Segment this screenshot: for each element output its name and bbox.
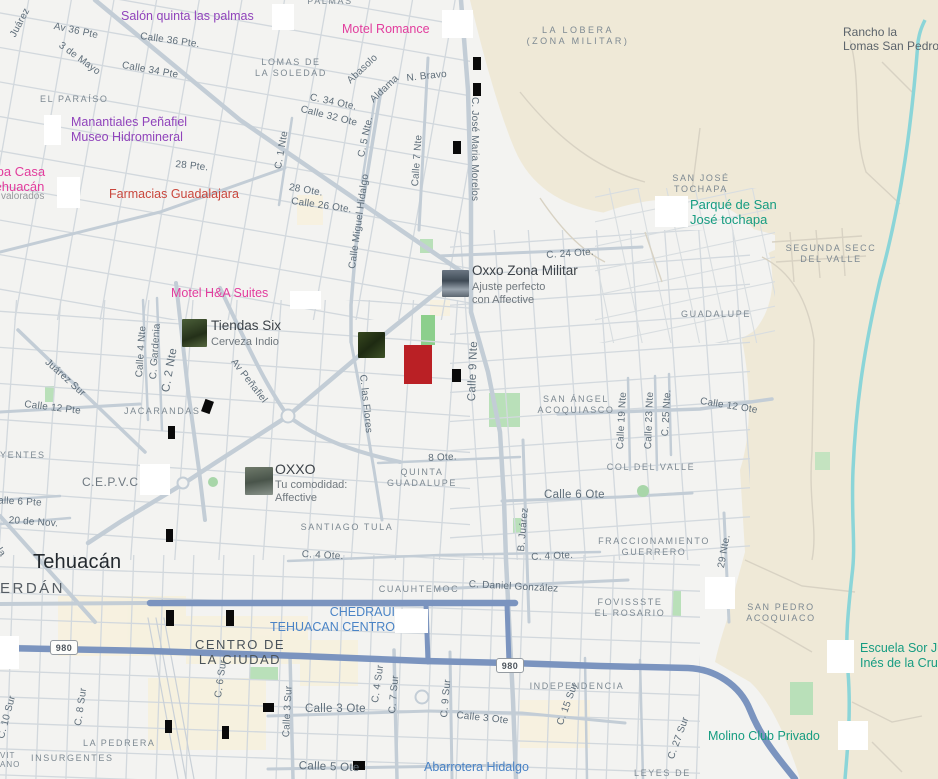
area-label: YENTES xyxy=(0,450,46,460)
area-label: SAN ÁNGEL ACOQUIASCO xyxy=(537,394,615,415)
area-label: PALMAS xyxy=(307,0,353,6)
marker-masked xyxy=(473,57,481,70)
poi-spa-subtitle: valorados xyxy=(1,191,45,202)
marker-masked xyxy=(226,610,234,626)
poi-parque-san-jose-tochapa[interactable]: Parqué de San José tochapa xyxy=(690,197,777,228)
area-label: CUAUHTEMOC xyxy=(378,584,460,594)
photo-thumbnail[interactable] xyxy=(358,332,385,358)
street-label: Calle 5 Ote xyxy=(298,760,360,775)
marker-masked xyxy=(473,83,481,96)
poi-rancho-lomas-san-pedro[interactable]: Rancho la Lomas San Pedro xyxy=(843,25,938,53)
poi-icon-masked[interactable] xyxy=(655,196,688,227)
poi-oxxo-zona-militar-title[interactable]: Oxxo Zona Militar xyxy=(472,263,578,279)
map-viewport[interactable]: 980 980 PALMAS LA LOBERA (ZONA MILITAR) … xyxy=(0,0,938,779)
poi-icon-masked[interactable] xyxy=(838,721,868,750)
area-label: ANO xyxy=(0,760,21,769)
area-label-serdan: ERDÁN xyxy=(0,580,66,597)
poi-motel-romance[interactable]: Motel Romance xyxy=(342,22,430,37)
area-label-la-lobera: LA LOBERA (ZONA MILITAR) xyxy=(526,25,630,46)
poi-motel-ha-suites[interactable]: Motel H&A Suites xyxy=(171,286,268,301)
area-label: SAN PEDRO ACOQUIACO xyxy=(746,602,816,623)
poi-chedraui-tehuacan-centro[interactable]: CHEDRAUI TEHUACAN CENTRO xyxy=(255,605,395,635)
area-label: SEGUNDA SECC DEL VALLE xyxy=(785,243,877,264)
poi-icon-masked[interactable] xyxy=(442,10,473,38)
area-label: INSURGENTES xyxy=(31,753,114,763)
street-label: Calle 23 Nte xyxy=(643,391,656,450)
poi-oxxo-zona-militar-subtitle: Ajuste perfecto con Affective xyxy=(472,281,546,306)
area-label: LA PEDRERA xyxy=(83,738,156,748)
poi-molino-club-privado[interactable]: Molino Club Privado xyxy=(708,729,820,744)
highway-shield: 980 xyxy=(496,658,524,673)
poi-icon-masked[interactable] xyxy=(705,577,735,609)
poi-icon-masked[interactable] xyxy=(290,291,321,309)
marker-masked xyxy=(452,369,461,382)
area-label: SANTIAGO TULA xyxy=(300,522,394,532)
marker-masked xyxy=(263,703,274,712)
poi-manantiales-penafiel[interactable]: Manantiales Peñafiel Museo Hidromineral xyxy=(71,115,187,145)
marker-masked xyxy=(166,529,173,542)
street-label: C. 4 Ote. xyxy=(531,549,574,563)
city-label-tehuacan: Tehuacán xyxy=(33,551,122,573)
marker-masked xyxy=(222,726,229,739)
area-label-cepvc: C.E.P.V.C xyxy=(82,475,139,489)
street-label: Calle 6 Pte xyxy=(0,495,43,509)
poi-icon-masked[interactable] xyxy=(827,640,854,673)
poi-oxxo-title[interactable]: OXXO xyxy=(275,461,315,478)
poi-escuela-sor-juana[interactable]: Escuela Sor Juana Inés de la Cruz xyxy=(860,641,938,671)
poi-tiendas-six-title[interactable]: Tiendas Six xyxy=(211,318,281,334)
poi-farmacias-guadalajara[interactable]: Farmacias Guadalajara xyxy=(109,187,239,202)
poi-icon-masked[interactable] xyxy=(272,4,294,30)
street-label-calle-9-nte: Calle 9 Nte xyxy=(466,340,481,402)
street-label: Calle 3 Ote xyxy=(305,703,366,715)
photo-thumbnail-oxxo[interactable] xyxy=(245,467,273,495)
photo-thumbnail-oxxo-zona-militar[interactable] xyxy=(442,270,469,297)
poi-salon-quinta-las-palmas[interactable]: Salón quinta las palmas xyxy=(121,9,254,24)
area-label: EL PARAÍSO xyxy=(40,94,109,104)
marker-masked xyxy=(165,720,172,733)
area-label: QUINTA GUADALUPE xyxy=(387,467,457,488)
street-label-morelos: C. José Maria Morelos xyxy=(469,97,480,202)
poi-tiendas-six-subtitle: Cerveza Indio xyxy=(211,336,279,348)
marker-masked xyxy=(453,141,461,154)
area-label-centro: CENTRO DE LA CIUDAD xyxy=(194,637,286,668)
marker-masked xyxy=(168,426,175,439)
selected-building[interactable] xyxy=(404,345,432,384)
area-label: JACARANDAS xyxy=(124,406,201,416)
marker-masked xyxy=(166,610,174,626)
poi-icon-masked[interactable] xyxy=(57,177,80,208)
street-label: 8 Ote. xyxy=(428,451,457,464)
street-label: C. 4 Ote. xyxy=(301,549,344,563)
poi-abarrotera-hidalgo[interactable]: Abarrotera Hidalgo xyxy=(424,760,529,775)
area-label: SAN JOSÉ TOCHAPA xyxy=(672,173,730,194)
highway-shield: 980 xyxy=(50,640,78,655)
poi-icon-masked[interactable] xyxy=(395,609,428,633)
area-label: FOVISSSTE EL ROSARIO xyxy=(594,597,666,618)
photo-thumbnail-tiendas-six[interactable] xyxy=(182,319,207,347)
area-label: LEYES DE xyxy=(634,768,691,778)
street-label: C. 25 Nte. xyxy=(660,389,674,437)
poi-icon-masked[interactable] xyxy=(44,115,61,145)
area-label: COL DEL VALLE xyxy=(606,462,696,472)
poi-oxxo-subtitle: Tu comodidad: Affective xyxy=(275,479,348,504)
poi-icon-masked[interactable] xyxy=(0,636,19,669)
area-label: LOMAS DE LA SOLEDAD xyxy=(254,57,328,78)
area-label: GUADALUPE xyxy=(681,309,751,319)
poi-icon-masked[interactable] xyxy=(140,464,170,495)
area-label: FRACCIONAMIENTO GUERRERO xyxy=(598,536,710,557)
street-label: Calle 6 Ote xyxy=(544,489,605,501)
